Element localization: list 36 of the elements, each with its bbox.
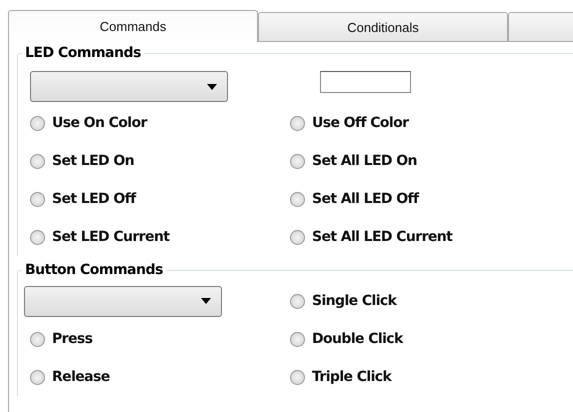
tab[interactable] (508, 12, 573, 42)
radio-button[interactable] (30, 332, 45, 346)
option-label: Double Click (312, 331, 403, 347)
group-title: LED Commands (24, 45, 142, 61)
option-label: Single Click (312, 293, 396, 309)
radio-button[interactable] (290, 154, 305, 168)
option-label: Set LED Current (52, 229, 170, 245)
radio-button[interactable] (30, 116, 45, 130)
radio-button[interactable] (30, 230, 45, 244)
radio-button[interactable] (30, 370, 45, 384)
radio-button[interactable] (290, 192, 305, 206)
option-label: Set All LED Current (312, 229, 452, 245)
option-label: Set LED Off (52, 191, 136, 207)
option-label: Set LED On (52, 153, 134, 169)
group-title: Button Commands (24, 262, 164, 278)
dropdown[interactable] (24, 286, 222, 316)
option-label: Press (52, 331, 92, 347)
caret-icon (201, 298, 211, 304)
input-field[interactable] (320, 71, 411, 93)
radio-button[interactable] (290, 332, 305, 346)
radio-button[interactable] (290, 294, 305, 308)
tab[interactable]: Commands (8, 10, 258, 42)
radio-button[interactable] (30, 154, 45, 168)
radio-button[interactable] (30, 192, 45, 206)
option-label: Use Off Color (312, 115, 408, 131)
radio-button[interactable] (290, 370, 305, 384)
option-label: Set All LED Off (312, 191, 419, 207)
option-label: Use On Color (52, 115, 147, 131)
caret-icon (207, 84, 217, 90)
radio-button[interactable] (290, 230, 305, 244)
option-label: Release (52, 369, 110, 385)
option-label: Triple Click (312, 369, 392, 385)
tab[interactable]: Conditionals (258, 12, 508, 42)
dropdown[interactable] (30, 71, 228, 102)
option-label: Set All LED On (312, 153, 417, 169)
radio-button[interactable] (290, 116, 305, 130)
